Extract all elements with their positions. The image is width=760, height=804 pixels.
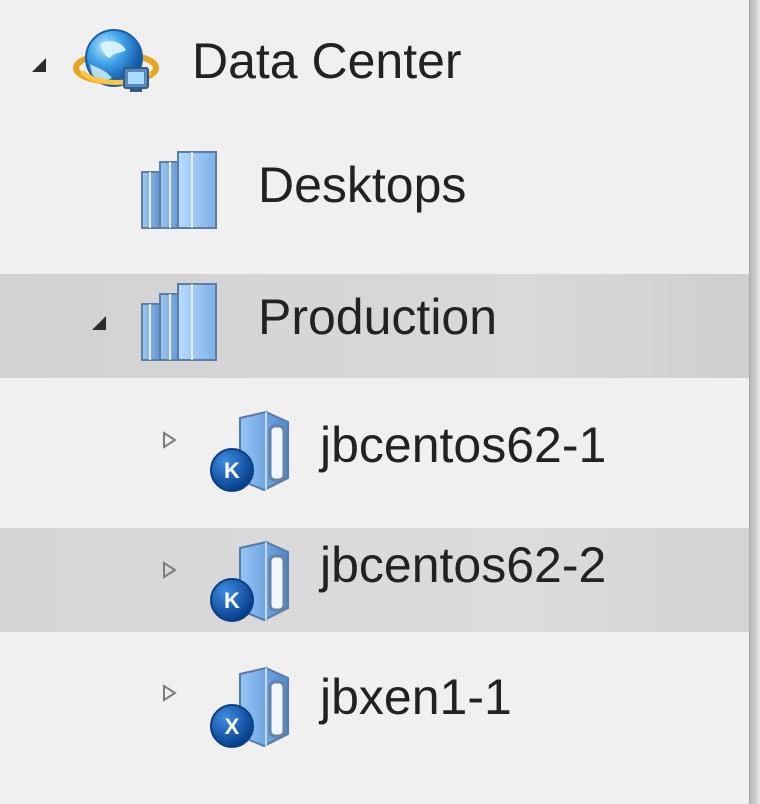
xen-host-icon: X: [210, 666, 289, 748]
tree-node-desktops[interactable]: Desktops: [0, 132, 750, 236]
inventory-tree: Data Center Desktops Production K jbcent…: [0, 0, 760, 804]
tree-node-data-center[interactable]: Data Center: [0, 8, 750, 112]
kvm-host-icon: K: [210, 410, 289, 492]
collapse-triangle-icon[interactable]: [30, 56, 48, 74]
tree-node-label: jbxen1-1: [320, 669, 512, 725]
tree-node-label: Desktops: [258, 157, 467, 213]
host-badge-text: K: [224, 458, 240, 483]
collapse-triangle-icon[interactable]: [90, 314, 108, 332]
tree-node-production[interactable]: Production: [0, 274, 750, 378]
host-badge-text: K: [224, 588, 240, 613]
expand-triangle-icon[interactable]: [160, 431, 178, 449]
tree-node-label: Data Center: [192, 33, 462, 89]
globe-icon: [73, 29, 159, 92]
kvm-host-icon: K: [210, 540, 289, 622]
tree-node-jbcentos62-1[interactable]: K jbcentos62-1: [0, 398, 750, 502]
server-rack-icon: [141, 283, 217, 361]
tree-node-label: jbcentos62-2: [320, 537, 607, 593]
tree-node-jbxen1-1[interactable]: X jbxen1-1: [0, 648, 750, 752]
tree-node-jbcentos62-2[interactable]: K jbcentos62-2: [0, 528, 750, 632]
vertical-scrollbar[interactable]: [749, 0, 760, 804]
server-rack-icon: [141, 151, 217, 229]
expand-triangle-icon[interactable]: [160, 561, 178, 579]
host-badge-text: X: [225, 714, 240, 739]
tree-node-label: jbcentos62-1: [320, 417, 607, 473]
tree-node-label: Production: [258, 289, 498, 345]
expand-triangle-icon[interactable]: [160, 684, 178, 702]
